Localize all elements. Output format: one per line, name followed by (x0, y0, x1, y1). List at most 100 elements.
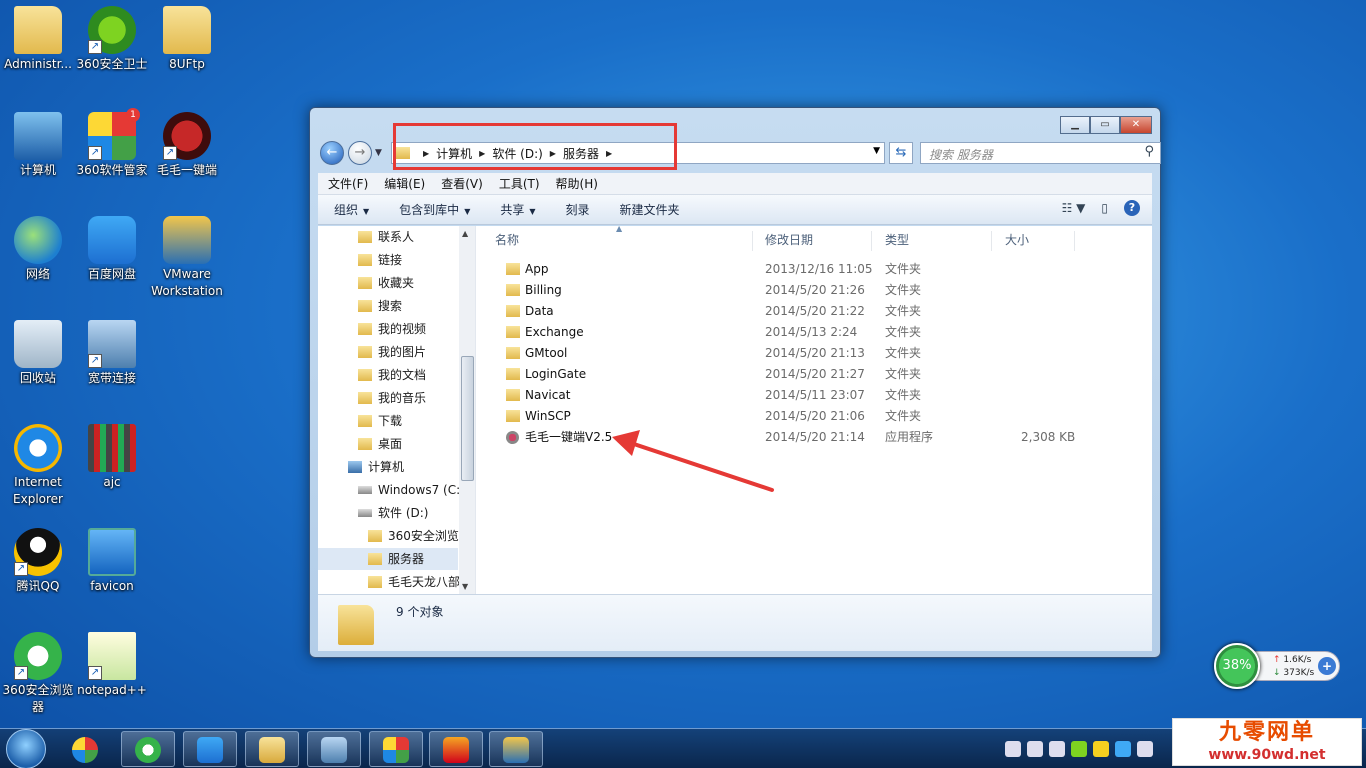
recent-pages-dropdown[interactable]: ▼ (375, 148, 382, 158)
minimize-button[interactable]: ▁ (1060, 116, 1090, 134)
column-header-modified[interactable]: 修改日期 (755, 231, 872, 251)
file-row[interactable]: WinSCP 2014/5/20 21:06 文件夹 (478, 406, 1152, 427)
taskbar-360-manager[interactable] (369, 731, 423, 767)
menu-view[interactable]: 查看(V) (441, 175, 483, 192)
file-row-application[interactable]: 毛毛一键端V2.5 2014/5/20 21:14 应用程序 2,308 KB (478, 427, 1152, 448)
desktop-icon-360-safe[interactable]: ↗ 360安全卫士 (74, 6, 150, 73)
file-row[interactable]: Billing 2014/5/20 21:26 文件夹 (478, 280, 1152, 301)
tree-item-documents[interactable]: 我的文档 (358, 364, 426, 386)
desktop-icon-360-software[interactable]: ↗ 1 360软件管家 (74, 108, 150, 179)
desktop-icon-computer[interactable]: 计算机 (0, 112, 76, 179)
menu-edit[interactable]: 编辑(E) (384, 175, 425, 192)
burn-button[interactable]: 刻录 (566, 201, 590, 218)
organize-button[interactable]: 组织 ▼ (334, 201, 369, 218)
network-speed-widget[interactable]: ↑ 1.6K/s ↓ 373K/s + 38% (1214, 643, 1342, 689)
chevron-right-icon[interactable]: ▶ (606, 149, 612, 158)
tree-item-favorites[interactable]: 收藏夹 (358, 272, 414, 294)
desktop-icon-ie[interactable]: Internet Explorer (0, 424, 76, 508)
menu-help[interactable]: 帮助(H) (556, 175, 598, 192)
accelerate-plus-icon[interactable]: + (1318, 657, 1336, 675)
new-folder-button[interactable]: 新建文件夹 (620, 201, 680, 218)
tree-item-contacts[interactable]: 联系人 (358, 226, 414, 248)
breadcrumb-computer[interactable]: 计算机 (436, 145, 472, 162)
search-icon[interactable]: ⚲ (1144, 144, 1154, 159)
address-dropdown-icon[interactable]: ▼ (873, 146, 880, 156)
tree-item-downloads[interactable]: 下载 (358, 410, 402, 432)
start-button[interactable] (6, 729, 46, 768)
tree-item-drive-c[interactable]: Windows7 (C: (358, 479, 460, 501)
desktop-icon-baidu-pan[interactable]: 百度网盘 (74, 216, 150, 283)
scroll-down-icon[interactable]: ▼ (462, 582, 468, 591)
desktop-icon-network[interactable]: 网络 (0, 216, 76, 283)
include-in-library-button[interactable]: 包含到库中 ▼ (399, 201, 470, 218)
cloud-tray-icon[interactable] (1115, 741, 1131, 757)
tree-item-drive-d[interactable]: 软件 (D:) (358, 502, 428, 524)
menu-tools[interactable]: 工具(T) (499, 175, 540, 192)
tree-item-maomao[interactable]: 毛毛天龙八部 (368, 571, 460, 593)
breadcrumb-drive-d[interactable]: 软件 (D:) (492, 145, 542, 162)
breadcrumb-server[interactable]: 服务器 (563, 145, 599, 162)
tree-item-videos[interactable]: 我的视频 (358, 318, 426, 340)
forward-button[interactable]: → (348, 141, 372, 165)
navigation-scrollbar[interactable]: ▲ ▼ (459, 226, 475, 594)
taskbar-explorer[interactable] (245, 731, 299, 767)
desktop-icon-notepadpp[interactable]: ↗ notepad++ (74, 632, 150, 699)
shortcut-arrow-icon: ↗ (163, 146, 177, 160)
network-status-icon[interactable] (1137, 741, 1153, 757)
file-row[interactable]: App 2013/12/16 11:05 文件夹 (478, 259, 1152, 280)
view-options-icon[interactable]: ☷ ▼ (1062, 201, 1086, 215)
back-button[interactable]: ← (320, 141, 344, 165)
tree-item-desktop[interactable]: 桌面 (358, 433, 402, 455)
address-bar[interactable]: ▶ 计算机 ▶ 软件 (D:) ▶ 服务器 ▶ ▼ (391, 142, 885, 164)
column-header-size[interactable]: 大小 (995, 231, 1075, 251)
360-tray-icon[interactable] (1093, 741, 1109, 757)
taskbar-remote-desktop[interactable] (307, 731, 361, 767)
scrollbar-thumb[interactable] (461, 356, 474, 481)
search-input[interactable]: 搜索 服务器 ⚲ (920, 142, 1161, 164)
tree-item-links[interactable]: 链接 (358, 249, 402, 271)
tree-item-music[interactable]: 我的音乐 (358, 387, 426, 409)
tree-item-360-browser[interactable]: 360安全浏览 (368, 525, 459, 547)
desktop-icon-administrator[interactable]: Administr... (0, 6, 76, 73)
desktop-icon-broadband[interactable]: ↗ 宽带连接 (74, 320, 150, 387)
file-row[interactable]: Exchange 2014/5/13 2:24 文件夹 (478, 322, 1152, 343)
taskbar-vmware[interactable] (489, 731, 543, 767)
chevron-right-icon[interactable]: ▶ (550, 149, 556, 158)
screenshot-icon[interactable] (1049, 741, 1065, 757)
desktop-icon-ajc[interactable]: ajc (74, 424, 150, 491)
taskbar-360-software[interactable] (58, 731, 112, 767)
taskbar-media-player[interactable] (429, 731, 483, 767)
desktop-icon-qq[interactable]: ↗ 腾讯QQ (0, 528, 76, 595)
help-icon[interactable]: ? (1124, 200, 1140, 216)
tree-item-server[interactable]: 服务器 (318, 548, 458, 570)
menu-file[interactable]: 文件(F) (328, 175, 368, 192)
scroll-up-icon[interactable]: ▲ (462, 229, 468, 238)
desktop-icon-favicon[interactable]: favicon (74, 528, 150, 595)
file-row[interactable]: GMtool 2014/5/20 21:13 文件夹 (478, 343, 1152, 364)
share-button[interactable]: 共享 ▼ (500, 201, 535, 218)
file-row[interactable]: Navicat 2014/5/11 23:07 文件夹 (478, 385, 1152, 406)
refresh-button[interactable]: ⇆ (889, 142, 913, 164)
keyboard-icon[interactable] (1005, 741, 1021, 757)
network-monitor-icon[interactable] (1071, 741, 1087, 757)
tree-item-computer[interactable]: 计算机 (348, 456, 404, 478)
tree-item-searches[interactable]: 搜索 (358, 295, 402, 317)
maximize-button[interactable]: ▭ (1090, 116, 1120, 134)
tree-item-pictures[interactable]: 我的图片 (358, 341, 426, 363)
memory-usage-badge[interactable]: 38% (1214, 643, 1260, 689)
preview-pane-icon[interactable]: ▯ (1101, 201, 1108, 215)
file-row[interactable]: Data 2014/5/20 21:22 文件夹 (478, 301, 1152, 322)
column-header-type[interactable]: 类型 (875, 231, 992, 251)
column-header-name[interactable]: 名称 (495, 231, 753, 251)
desktop-icon-maomao[interactable]: ↗ 毛毛一键端 (149, 112, 225, 179)
file-row[interactable]: LoginGate 2014/5/20 21:27 文件夹 (478, 364, 1152, 385)
desktop-icon-vmware[interactable]: VMware Workstation (149, 216, 225, 300)
desktop-icon-360-browser[interactable]: ↗ 360安全浏览器 (0, 632, 76, 716)
taskbar-360-browser[interactable] (121, 731, 175, 767)
close-button[interactable]: ✕ (1120, 116, 1152, 134)
desktop-icon-recycle-bin[interactable]: 回收站 (0, 320, 76, 387)
taskbar-baidu-pan[interactable] (183, 731, 237, 767)
desktop-icon-8uftp[interactable]: 8UFtp (149, 6, 225, 73)
usb-icon[interactable] (1027, 741, 1043, 757)
chevron-right-icon[interactable]: ▶ (479, 149, 485, 158)
